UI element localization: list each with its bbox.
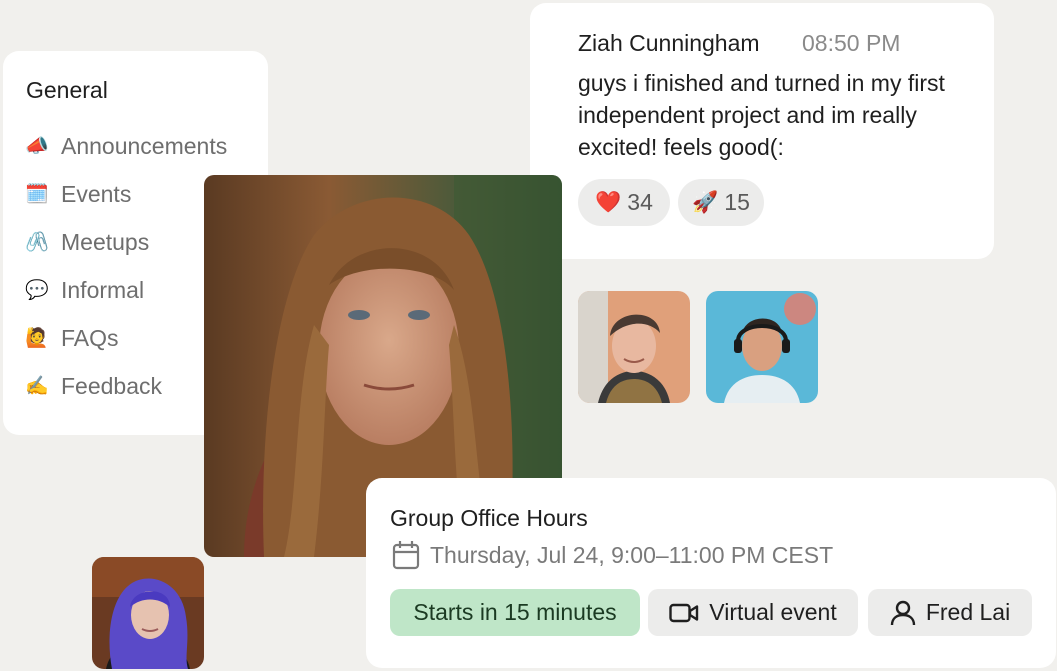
reaction-rocket[interactable]: 🚀 15 bbox=[678, 179, 764, 226]
paperclips-icon: 🖇️ bbox=[25, 232, 49, 253]
sidebar-item-events[interactable]: 🗓️ Events bbox=[25, 177, 131, 211]
message-text: guys i finished and turned in my first i… bbox=[578, 70, 945, 160]
sidebar-item-announcements[interactable]: 📣 Announcements bbox=[25, 129, 227, 163]
megaphone-icon: 📣 bbox=[25, 136, 49, 157]
reaction-count: 34 bbox=[627, 189, 653, 215]
sidebar-item-label: Events bbox=[61, 180, 132, 207]
sidebar-item-label: Announcements bbox=[61, 132, 228, 159]
person-icon bbox=[890, 600, 916, 625]
virtual-event-label: Virtual event bbox=[709, 599, 837, 625]
event-card[interactable]: Group Office Hours Thursday, Jul 24, 9:0… bbox=[366, 478, 1056, 668]
writing-hand-icon: ✍️ bbox=[25, 376, 49, 397]
participant-video-frame bbox=[706, 291, 818, 403]
host-button[interactable]: Fred Lai bbox=[868, 589, 1032, 636]
heart-icon: ❤️ bbox=[595, 190, 622, 214]
sidebar-item-informal[interactable]: 💬 Informal bbox=[25, 273, 144, 307]
participant-video-tile[interactable] bbox=[706, 291, 818, 403]
video-camera-icon bbox=[669, 603, 699, 622]
sidebar-item-feedback[interactable]: ✍️ Feedback bbox=[25, 369, 162, 403]
sidebar-item-label: Informal bbox=[61, 276, 145, 303]
starts-soon-badge: Starts in 15 minutes bbox=[390, 589, 640, 636]
host-name: Fred Lai bbox=[925, 599, 1011, 625]
chat-message: Ziah Cunningham 08:50 PM guys i finished… bbox=[530, 3, 994, 259]
calendar-icon: 🗓️ bbox=[25, 184, 49, 205]
calendar-icon bbox=[392, 541, 420, 570]
sidebar-item-faqs[interactable]: 🙋 FAQs bbox=[25, 321, 119, 355]
reaction-heart[interactable]: ❤️ 34 bbox=[578, 179, 670, 226]
sidebar-item-label: FAQs bbox=[61, 324, 119, 351]
sidebar-item-label: Meetups bbox=[61, 228, 150, 255]
participant-video-tile[interactable] bbox=[578, 291, 690, 403]
participant-video-frame bbox=[578, 291, 690, 403]
participant-video-frame bbox=[92, 557, 204, 669]
virtual-event-button[interactable]: Virtual event bbox=[648, 589, 858, 636]
speech-bubble-icon: 💬 bbox=[25, 280, 49, 301]
reaction-count: 15 bbox=[724, 189, 750, 215]
message-timestamp: 08:50 PM bbox=[802, 30, 901, 56]
sidebar-heading: General bbox=[26, 77, 108, 103]
sidebar-item-meetups[interactable]: 🖇️ Meetups bbox=[25, 225, 149, 259]
starts-soon-label: Starts in 15 minutes bbox=[413, 599, 617, 625]
event-date: Thursday, Jul 24, 9:00–11:00 PM CEST bbox=[430, 541, 834, 568]
event-date-row: Thursday, Jul 24, 9:00–11:00 PM CEST bbox=[392, 540, 833, 570]
sidebar-item-label: Feedback bbox=[61, 372, 163, 399]
raising-hand-icon: 🙋 bbox=[25, 328, 49, 349]
event-title: Group Office Hours bbox=[390, 505, 588, 531]
participant-video-tile[interactable] bbox=[92, 557, 204, 669]
message-author: Ziah Cunningham bbox=[578, 30, 760, 56]
rocket-icon: 🚀 bbox=[692, 190, 719, 214]
